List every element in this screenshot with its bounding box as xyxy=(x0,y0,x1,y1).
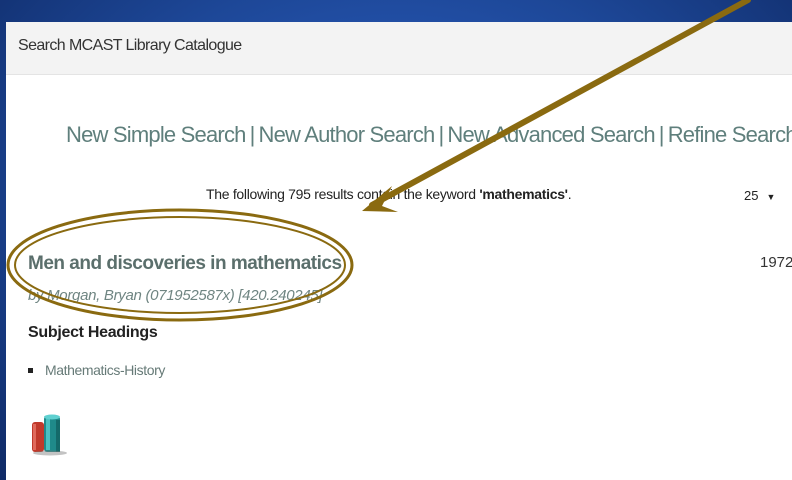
results-summary: The following 795 results contain the ke… xyxy=(206,186,572,202)
nav-separator: | xyxy=(438,122,444,147)
subject-item-label: Mathematics-History xyxy=(45,362,165,378)
record-title-link[interactable]: Men and discoveries in mathematics xyxy=(28,253,342,275)
summary-prefix: The following 795 results contain the ke… xyxy=(206,186,480,202)
new-author-search-link[interactable]: New Author Search xyxy=(259,122,436,147)
new-advanced-search-link[interactable]: New Advanced Search xyxy=(447,122,655,147)
search-keyword: 'mathematics' xyxy=(479,186,568,202)
panel-title: Search MCAST Library Catalogue xyxy=(18,37,242,54)
refine-search-link[interactable]: Refine Search xyxy=(668,122,792,147)
subject-item[interactable]: Mathematics-History xyxy=(28,362,165,378)
subject-headings-label: Subject Headings xyxy=(28,324,158,341)
record-year: 1972 xyxy=(760,254,792,271)
panel-header: Search MCAST Library Catalogue xyxy=(6,22,792,75)
per-page-value: 25 xyxy=(744,188,759,203)
books-icon-graphic xyxy=(32,414,67,456)
nav-separator: | xyxy=(658,122,665,147)
new-simple-search-link[interactable]: New Simple Search xyxy=(66,122,246,147)
nav-separator: | xyxy=(249,122,256,147)
search-nav: New Simple Search | New Author Search | New … xyxy=(6,122,792,148)
catalogue-panel: Search MCAST Library Catalogue New Simpl… xyxy=(6,22,792,480)
dropdown-caret-icon: ▼ xyxy=(766,192,776,202)
summary-suffix: . xyxy=(567,186,572,202)
books-icon[interactable] xyxy=(30,412,70,461)
per-page-select[interactable]: 25 ▼ xyxy=(744,188,775,203)
record-author-line[interactable]: by Morgan, Bryan (071952587x) [420.24024… xyxy=(28,287,323,304)
bullet-icon xyxy=(28,367,33,373)
